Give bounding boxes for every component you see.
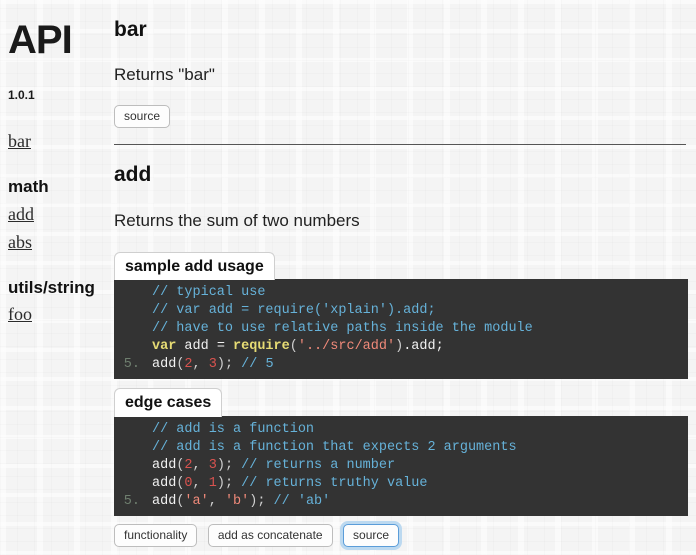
code-tab-edge-cases[interactable]: edge cases	[114, 388, 223, 417]
code-token-pun: ,	[192, 357, 209, 373]
tab-source[interactable]: source	[343, 524, 400, 547]
code-token-com: // add is a function	[152, 421, 315, 437]
brand-title: API	[8, 18, 73, 62]
code-line: .add(0, 1); // returns truthy value	[114, 475, 688, 493]
code-token-com: // returns a number	[233, 457, 396, 473]
code-line: .add(2, 3); // returns a number	[114, 457, 688, 475]
sidebar-group-title-utils-string: utils/string	[8, 277, 95, 297]
code-token-num: 1	[208, 475, 217, 491]
tab-functionality[interactable]: functionality	[114, 524, 198, 547]
sidebar-group-title-math: math	[8, 177, 49, 197]
code-token-pun: );	[216, 475, 234, 491]
bottom-tab-row: functionality add as concatenate source	[114, 524, 405, 547]
code-token-num: 3	[208, 457, 217, 473]
code-line-number: .	[114, 302, 140, 320]
code-token-com: // have to use relative paths inside the…	[152, 321, 533, 337]
source-button-bar[interactable]: source	[114, 105, 171, 129]
code-token-id: add	[152, 475, 177, 491]
code-widget-sample-add-usage: sample add usage . // typical use. // var …	[114, 251, 688, 380]
sidebar-link-add[interactable]: add	[8, 201, 108, 227]
section-description-bar: Returns "bar"	[114, 65, 215, 85]
section-bar: bar Returns "bar" source	[114, 18, 696, 146]
code-token-pun: ,	[208, 493, 225, 509]
code-line-number: 5.	[123, 493, 140, 509]
code-line-number: 5.	[123, 357, 140, 373]
page-title-add: add	[114, 163, 152, 187]
page-title-bar: bar	[114, 18, 147, 41]
code-token-id: add =	[176, 339, 234, 355]
code-line: . // have to use relative paths inside th…	[114, 320, 688, 338]
code-line: 5. add(2, 3); // 5	[114, 356, 688, 374]
code-token-com: // 'ab'	[265, 493, 331, 509]
code-tab-sample-add-usage[interactable]: sample add usage	[114, 251, 275, 281]
sidebar-link-abs[interactable]: abs	[8, 229, 108, 255]
sidebar-group-utils-string: utils/string foo	[8, 275, 108, 328]
code-token-id: .add;	[403, 339, 444, 355]
code-token-str: '../src/add'	[297, 339, 396, 355]
code-token-com: // 5	[233, 357, 274, 373]
code-token-num: 2	[184, 457, 193, 473]
code-token-id: add	[152, 457, 177, 473]
code-line: . var add = require('../src/add').add;	[114, 338, 688, 356]
code-line: . // add is a function	[114, 421, 688, 439]
sidebar-link-foo[interactable]: foo	[8, 301, 108, 327]
code-line-number: .	[114, 320, 140, 338]
code-token-pun: );	[216, 457, 234, 473]
code-token-com: // var add = require('xplain').add;	[152, 303, 436, 319]
code-token-pun: );	[216, 357, 234, 373]
code-token-num: 3	[208, 357, 217, 373]
code-line: . // typical use	[114, 284, 688, 302]
code-token-pun: ,	[192, 457, 209, 473]
section-add: add Returns the sum of two numbers sampl…	[114, 163, 696, 516]
section-divider	[114, 144, 686, 146]
code-line-number: .	[114, 284, 140, 302]
code-line-number: .	[114, 457, 140, 475]
code-line: 5. add('a', 'b'); // 'ab'	[114, 493, 688, 511]
sidebar-link-bar[interactable]: bar	[8, 128, 108, 154]
code-line-number: .	[114, 439, 140, 457]
code-token-num: 2	[184, 357, 193, 373]
code-line: . // var add = require('xplain').add;	[114, 302, 688, 320]
code-token-id: add	[152, 493, 177, 509]
code-line-number: .	[114, 475, 140, 493]
code-token-com: // add is a function that expects 2 argu…	[152, 439, 517, 455]
code-token-kw: var	[152, 339, 177, 355]
code-token-fn: require	[233, 339, 290, 355]
code-block-sample-add-usage: . // typical use. // var add = require('xp…	[114, 279, 688, 380]
code-widget-edge-cases: edge cases . // add is a function. // add …	[114, 387, 688, 516]
code-token-pun: ,	[192, 475, 209, 491]
section-description-add: Returns the sum of two numbers	[114, 210, 360, 230]
code-line-number: .	[114, 338, 140, 356]
code-block-edge-cases: . // add is a function. // add is a functi…	[114, 415, 688, 516]
sidebar: API 1.0.1 bar math add abs utils/string …	[0, 0, 108, 555]
api-docs-page: API 1.0.1 bar math add abs utils/string …	[0, 0, 696, 555]
code-token-num: 0	[184, 475, 193, 491]
version-label: 1.0.1	[8, 88, 35, 102]
code-token-id: add	[152, 357, 177, 373]
code-token-str: 'b'	[224, 493, 250, 509]
code-token-pun: )	[395, 339, 404, 355]
sidebar-group-math: math add abs	[8, 174, 108, 255]
tab-add-as-concatenate[interactable]: add as concatenate	[207, 524, 333, 547]
main-content: bar Returns "bar" source add Returns the…	[114, 0, 696, 555]
code-line: . // add is a function that expects 2 arg…	[114, 439, 688, 457]
code-token-com: // typical use	[152, 285, 266, 301]
code-token-pun: );	[249, 493, 266, 509]
code-line-number: .	[114, 421, 140, 439]
code-token-str: 'a'	[184, 493, 209, 509]
code-token-com: // returns truthy value	[233, 475, 428, 491]
code-token-pun: (	[289, 339, 298, 355]
